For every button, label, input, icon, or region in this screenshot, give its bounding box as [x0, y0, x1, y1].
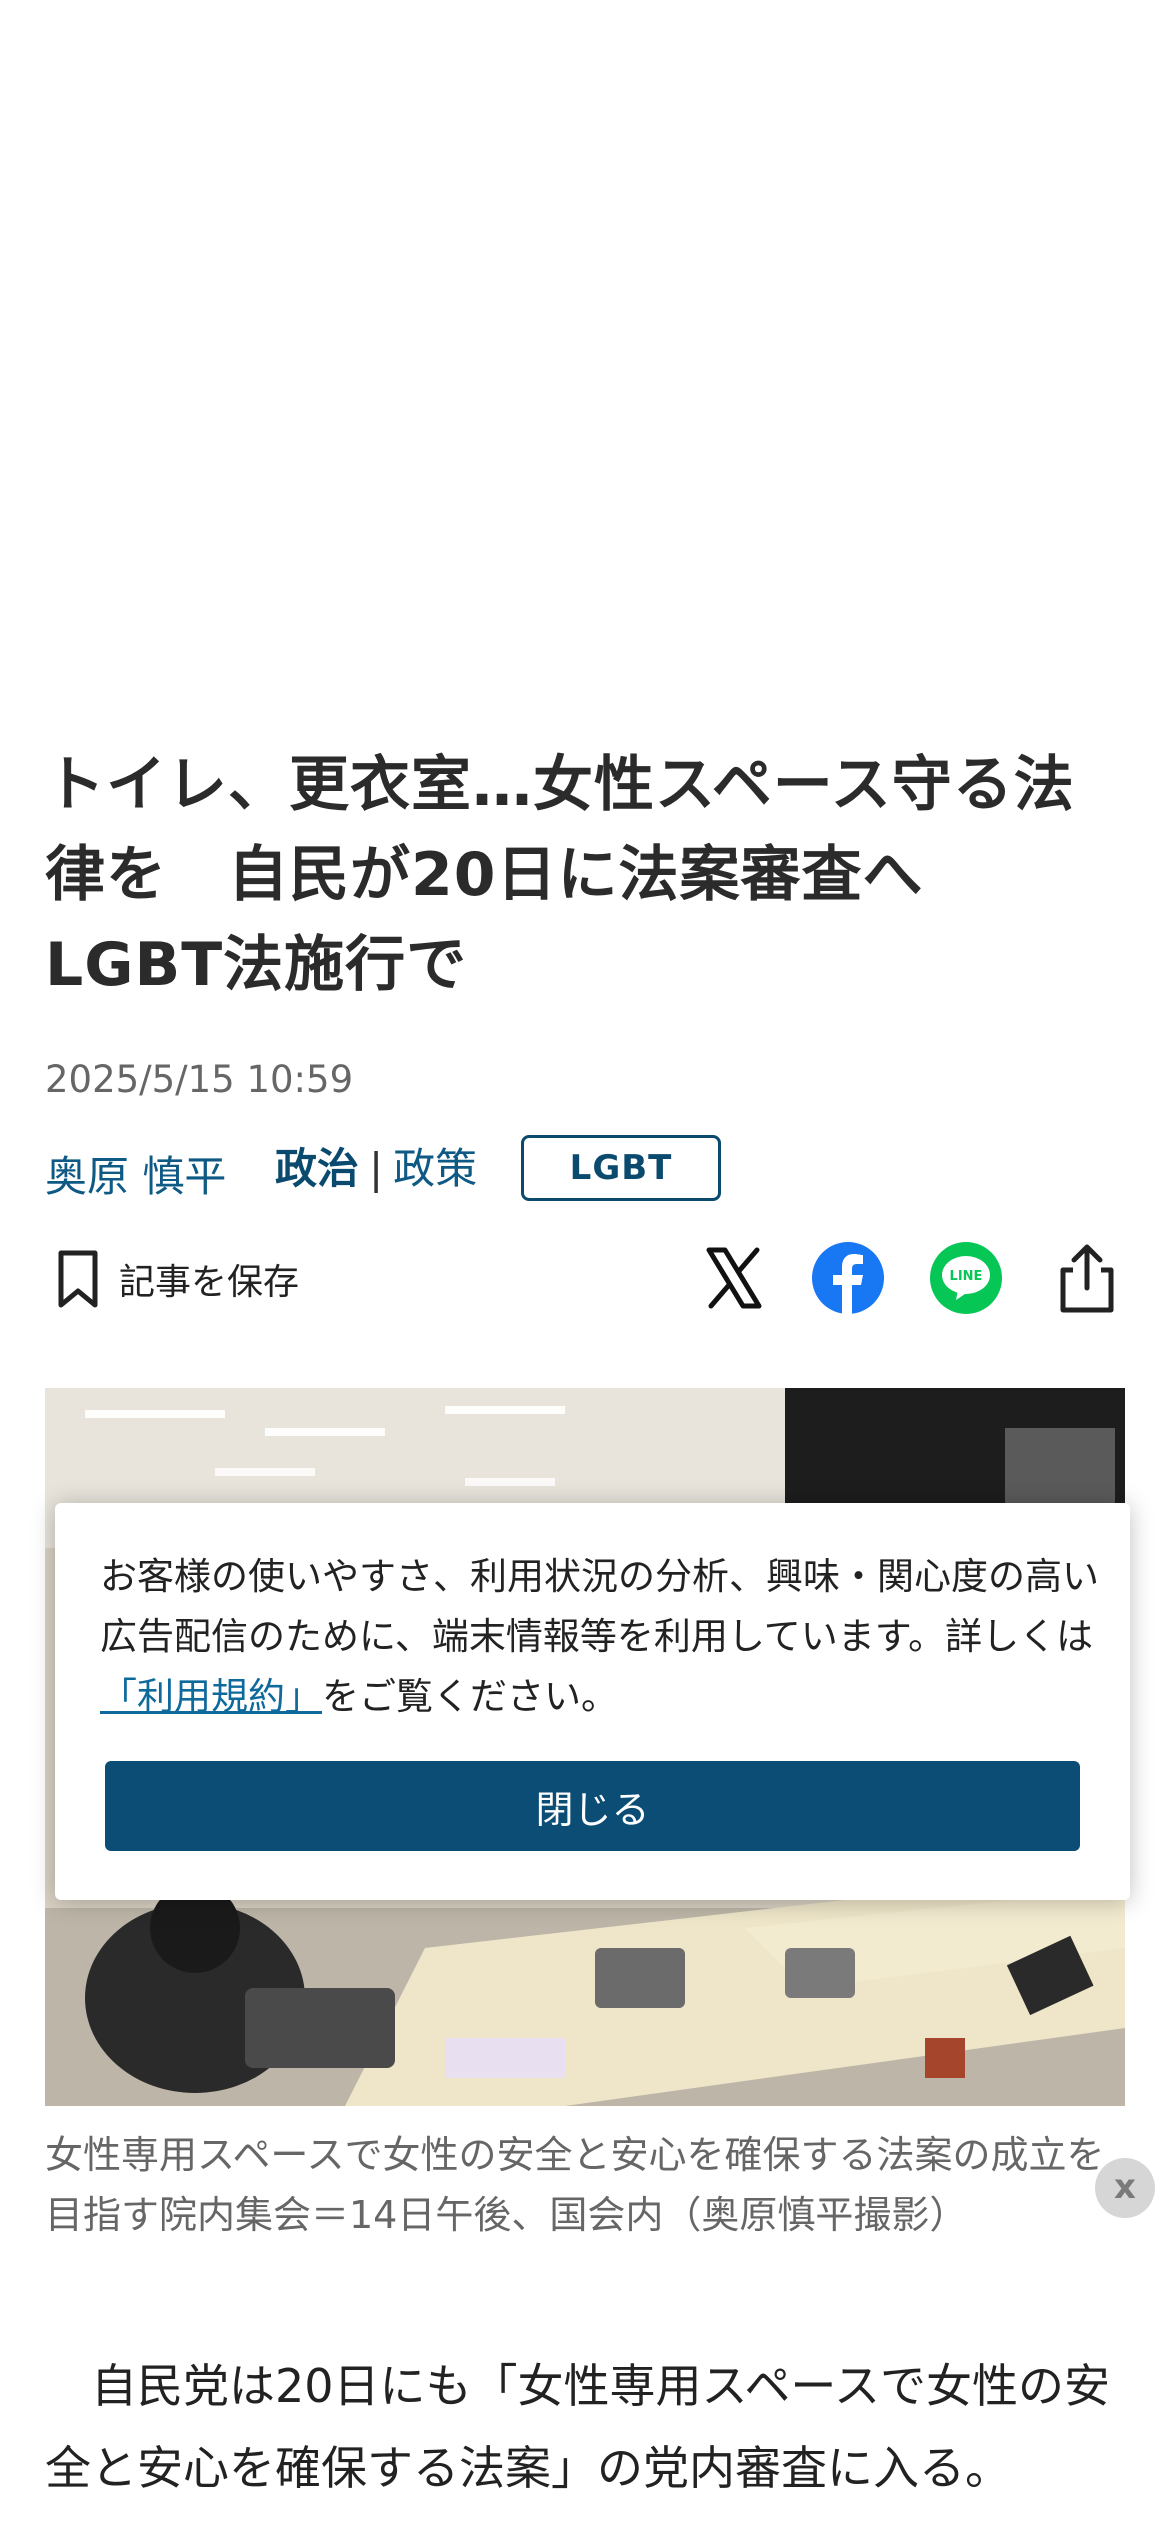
save-article-button[interactable]: 記事を保存	[53, 1246, 299, 1312]
photo-caption: 女性専用スペースで女性の安全と安心を確保する法案の成立を目指す院内集会＝14日午…	[45, 2133, 1105, 2237]
x-logo-icon[interactable]	[695, 1240, 771, 1316]
caption-close-button[interactable]: x	[1095, 2158, 1155, 2218]
cookie-consent-dialog: お客様の使いやすさ、利用状況の分析、興味・関心度の高い広告配信のために、端末情報…	[55, 1503, 1130, 1900]
ad-placeholder	[0, 0, 1170, 700]
consent-text-after: をご覧ください。	[322, 1675, 618, 1718]
category-sub-link[interactable]: 政策	[393, 1144, 477, 1193]
consent-close-button[interactable]: 閉じる	[105, 1761, 1080, 1851]
save-article-label: 記事を保存	[119, 1262, 300, 1303]
article-headline: トイレ、更衣室…女性スペース守る法律を 自民が20日に法案審査へ LGBT法施行…	[45, 750, 1075, 1000]
article-body-paragraph: 自民党は20日にも「女性専用スペースで女性の安全と安心を確保する法案」の党内審査…	[45, 2359, 1111, 2495]
article-date: 2025/5/15 10:59	[45, 1058, 354, 1101]
consent-message: お客様の使いやすさ、利用状況の分析、興味・関心度の高い広告配信のために、端末情報…	[100, 1547, 1100, 1727]
article-actions: 記事を保存 LINE	[45, 1240, 1135, 1320]
category-separator: |	[369, 1144, 384, 1193]
tag-badge-lgbt[interactable]: LGBT	[521, 1135, 721, 1201]
article-meta: 奥原 慎平 政治 | 政策 LGBT	[45, 1135, 1135, 1205]
facebook-icon[interactable]	[810, 1240, 886, 1316]
author-link[interactable]: 奥原 慎平	[45, 1143, 226, 1204]
terms-of-use-link[interactable]: 「利用規約」	[100, 1675, 322, 1718]
svg-text:LINE: LINE	[950, 1269, 983, 1284]
bookmark-icon	[58, 1250, 98, 1308]
share-icon[interactable]	[1049, 1240, 1125, 1316]
line-icon[interactable]: LINE	[928, 1240, 1004, 1316]
category-main-link[interactable]: 政治	[275, 1144, 359, 1193]
category-breadcrumb: 政治 | 政策	[275, 1135, 477, 1196]
consent-text-before: お客様の使いやすさ、利用状況の分析、興味・関心度の高い広告配信のために、端末情報…	[100, 1555, 1099, 1658]
